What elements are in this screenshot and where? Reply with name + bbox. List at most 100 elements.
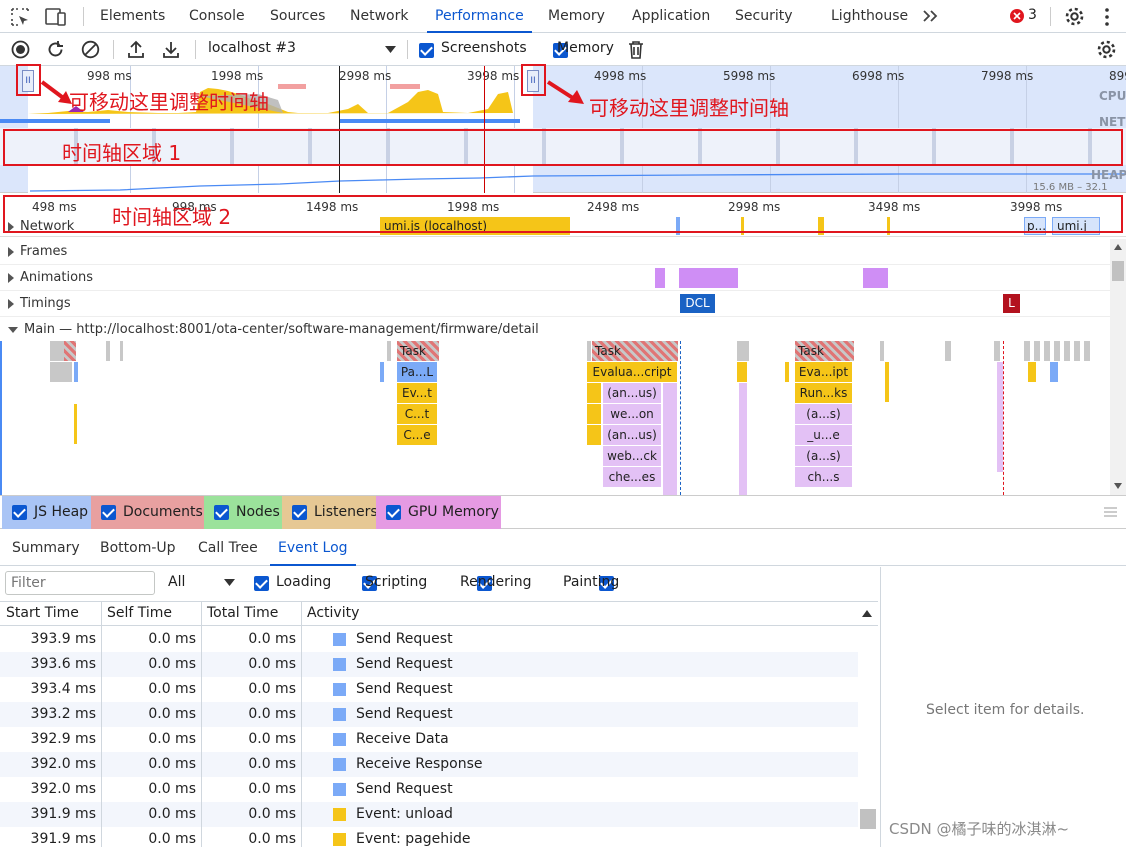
legend-js-heap[interactable]: JS Heap — [2, 496, 91, 529]
tab-memory[interactable]: Memory — [548, 0, 605, 33]
activity-swatch — [333, 758, 346, 771]
subtab-bottom-up[interactable]: Bottom-Up — [100, 530, 176, 566]
legend-documents[interactable]: Documents — [91, 496, 204, 529]
table-row[interactable]: 393.9 ms 0.0 ms 0.0 ms Send Request — [0, 627, 858, 652]
flame-anonymous[interactable]: (an...us) — [603, 425, 661, 445]
tab-lighthouse[interactable]: Lighthouse — [831, 0, 908, 33]
tab-sources[interactable]: Sources — [270, 0, 325, 33]
left-handle-highlight — [16, 64, 41, 96]
record-icon[interactable] — [11, 40, 30, 59]
device-toolbar-icon[interactable] — [45, 7, 67, 27]
event-log-filters: All Loading Scripting Rendering Painting — [0, 567, 880, 600]
details-pane: Select item for details. CSDN @橘子味的冰淇淋~ — [880, 567, 1126, 847]
flame-anonymous[interactable]: (a...s) — [795, 404, 852, 424]
settings-gear-icon[interactable] — [1064, 6, 1085, 27]
performance-toolbar: localhost #3 Screenshots Memory — [0, 33, 1126, 66]
subtab-event-log[interactable]: Event Log — [270, 530, 356, 566]
legend-nodes[interactable]: Nodes — [204, 496, 282, 529]
devtools-tabbar: Elements Console Sources Network Perform… — [0, 0, 1126, 33]
main-flame-chart[interactable]: Task Pa...L Ev...t C...t C...e Task Eval… — [0, 341, 1110, 495]
legend-gpu-memory[interactable]: GPU Memory — [376, 496, 501, 529]
painting-label: Painting — [563, 574, 620, 590]
flame-evaluate-script[interactable]: Evalua...cript — [587, 362, 677, 382]
flame-anonymous[interactable]: (a...s) — [795, 446, 852, 466]
table-row[interactable]: 393.4 ms 0.0 ms 0.0 ms Send Request — [0, 677, 858, 702]
subtab-call-tree[interactable]: Call Tree — [198, 530, 258, 566]
tab-application[interactable]: Application — [632, 0, 710, 33]
filter-input[interactable] — [5, 571, 155, 595]
details-tabbar: Summary Bottom-Up Call Tree Event Log — [0, 530, 1126, 566]
scroll-up-icon[interactable] — [862, 610, 872, 617]
flame-call[interactable]: C...t — [397, 404, 437, 424]
upload-icon[interactable] — [127, 40, 145, 59]
flame-webpack-require[interactable]: web...ck — [603, 446, 661, 466]
dropdown-arrow-icon[interactable] — [224, 579, 235, 587]
subtab-summary[interactable]: Summary — [12, 530, 80, 566]
capture-settings-gear-icon[interactable] — [1096, 39, 1117, 60]
cell-total-time: 0.0 ms — [248, 831, 296, 847]
grid-scrollbar[interactable] — [858, 627, 878, 847]
cell-total-time: 0.0 ms — [248, 631, 296, 647]
table-row[interactable]: 392.9 ms 0.0 ms 0.0 ms Receive Data — [0, 727, 858, 752]
flame-event[interactable]: Ev...t — [397, 383, 437, 403]
cell-activity: Send Request — [356, 656, 453, 672]
loading-checkbox[interactable] — [254, 575, 269, 591]
table-row[interactable]: 391.9 ms 0.0 ms 0.0 ms Event: unload — [0, 802, 858, 827]
annotation-left-hint: 可移动这里调整时间轴 — [69, 90, 269, 114]
csdn-watermark: CSDN @橘子味的冰淇淋~ — [889, 820, 1070, 838]
table-row[interactable]: 391.9 ms 0.0 ms 0.0 ms Event: pagehide — [0, 827, 858, 852]
reload-record-icon[interactable] — [46, 40, 65, 59]
header-activity[interactable]: Activity — [307, 605, 359, 621]
cell-start-time: 393.6 ms — [30, 656, 96, 672]
garbage-collect-icon[interactable] — [628, 40, 644, 59]
table-row[interactable]: 393.2 ms 0.0 ms 0.0 ms Send Request — [0, 702, 858, 727]
cell-self-time: 0.0 ms — [148, 631, 196, 647]
dropdown-arrow-icon[interactable] — [385, 46, 396, 54]
recording-select[interactable]: localhost #3 — [208, 40, 296, 56]
dcl-marker[interactable]: DCL — [680, 294, 715, 313]
tab-elements[interactable]: Elements — [100, 0, 165, 33]
header-start-time[interactable]: Start Time — [6, 605, 79, 621]
error-icon[interactable] — [1010, 9, 1024, 23]
table-row[interactable]: 393.6 ms 0.0 ms 0.0 ms Send Request — [0, 652, 858, 677]
flame-webpack-function[interactable]: we...on — [603, 404, 661, 424]
flame-evaluate-script[interactable]: Eva...ipt — [795, 362, 852, 382]
table-row[interactable]: 392.0 ms 0.0 ms 0.0 ms Send Request — [0, 777, 858, 802]
resize-handle-icon[interactable] — [1104, 507, 1117, 517]
tab-console[interactable]: Console — [189, 0, 245, 33]
error-count[interactable]: 3 — [1028, 7, 1037, 23]
inspect-element-icon[interactable] — [10, 7, 30, 27]
tab-performance[interactable]: Performance — [427, 0, 532, 33]
download-icon[interactable] — [162, 40, 180, 59]
legend-listeners[interactable]: Listeners — [282, 496, 378, 529]
overview-tick: 2998 ms — [339, 69, 392, 83]
tab-network[interactable]: Network — [350, 0, 408, 33]
header-self-time[interactable]: Self Time — [107, 605, 172, 621]
flame-call[interactable]: C...e — [397, 425, 437, 445]
screenshots-checkbox[interactable] — [419, 42, 434, 58]
flame-run-microtasks[interactable]: Run...ks — [795, 383, 852, 403]
flame-anonymous[interactable]: (an...us) — [603, 383, 661, 403]
more-tabs-chevron-icon[interactable] — [922, 9, 940, 23]
flame-task[interactable]: Task — [397, 341, 439, 361]
table-row[interactable]: 392.0 ms 0.0 ms 0.0 ms Receive Response — [0, 752, 858, 777]
activity-swatch — [333, 808, 346, 821]
flame-function[interactable]: _u...e — [795, 425, 852, 445]
cell-start-time: 392.9 ms — [30, 731, 96, 747]
flame-scrollbar[interactable] — [1110, 239, 1126, 495]
main-thread-track[interactable]: Main — http://localhost:8001/ota-center/… — [0, 317, 1110, 343]
flame-task[interactable]: Task — [795, 341, 854, 361]
load-marker[interactable]: L — [1003, 294, 1020, 313]
flame-parse[interactable]: Pa...L — [397, 362, 437, 382]
clear-icon[interactable] — [81, 40, 100, 59]
header-total-time[interactable]: Total Time — [207, 605, 278, 621]
kebab-menu-icon[interactable] — [1103, 7, 1111, 27]
frames-track[interactable]: Frames — [0, 239, 1110, 265]
timings-track[interactable]: Timings DCL L — [0, 291, 1110, 317]
filter-select[interactable]: All — [168, 574, 185, 590]
flame-check[interactable]: ch...s — [795, 467, 852, 487]
flame-task[interactable]: Task — [592, 341, 678, 361]
animations-track[interactable]: Animations — [0, 265, 1110, 291]
flame-check[interactable]: che...es — [603, 467, 661, 487]
tab-security[interactable]: Security — [735, 0, 793, 33]
